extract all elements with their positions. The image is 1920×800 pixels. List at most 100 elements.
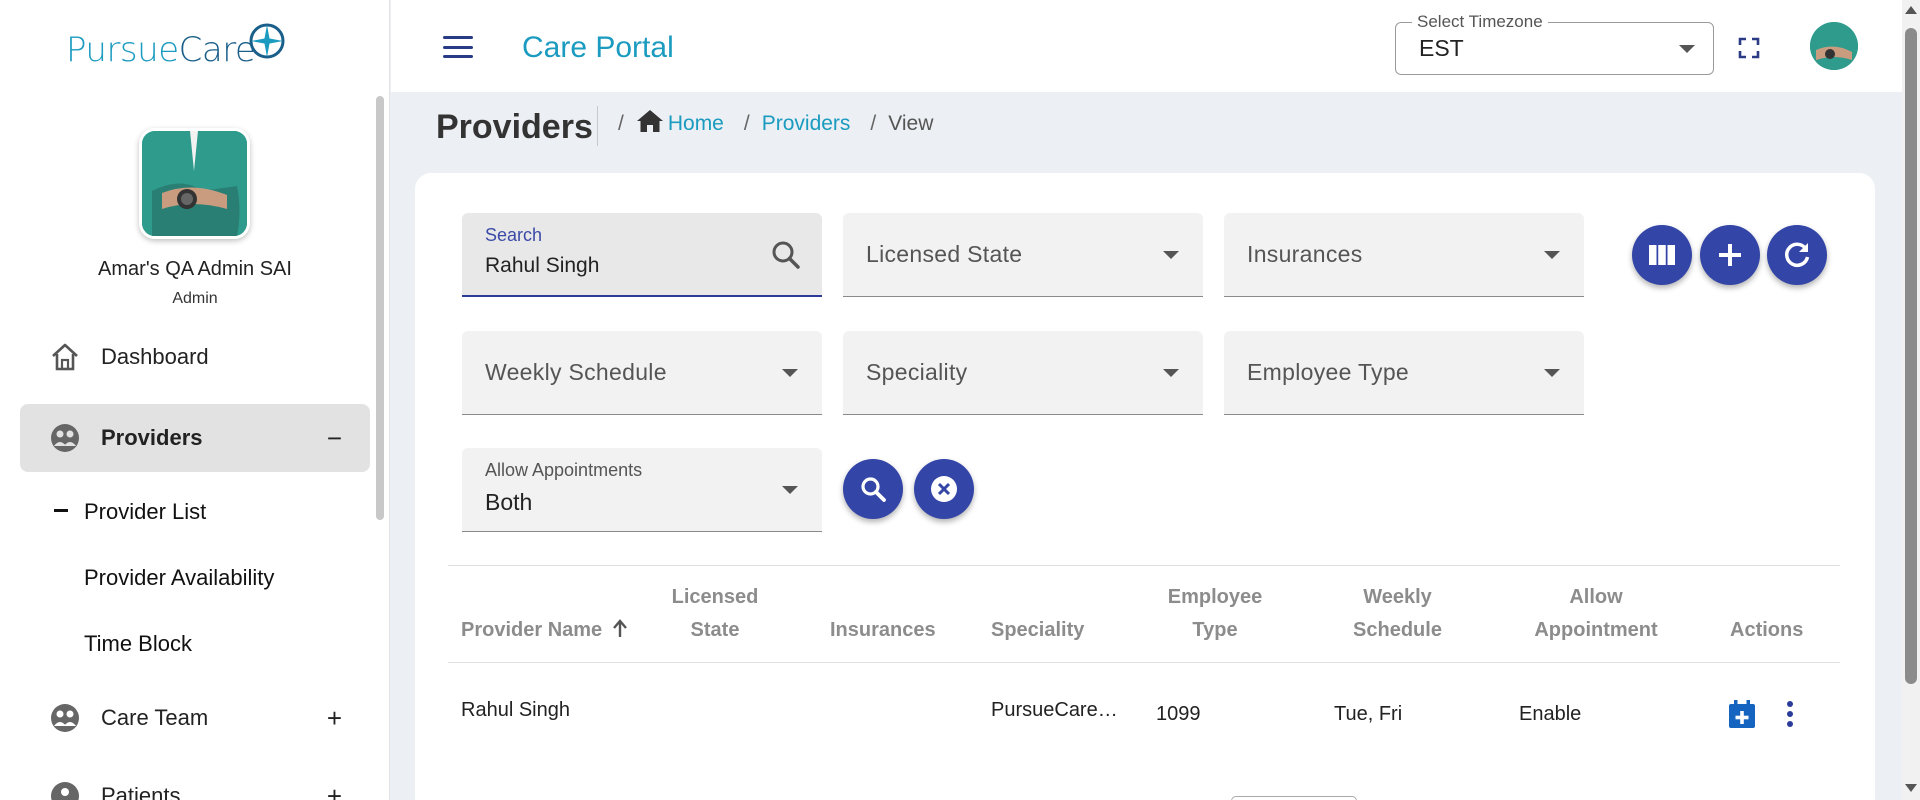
cell-allow-appointment: Enable <box>1519 703 1582 725</box>
top-header: Care Portal Select Timezone EST <box>391 0 1920 92</box>
user-role: Admin <box>172 290 218 307</box>
sidebar-subitem-provider-list[interactable]: Provider List <box>84 499 206 525</box>
pagination-control[interactable] <box>1231 796 1357 800</box>
selected-dash-icon <box>54 509 68 512</box>
breadcrumb-separator: / <box>618 112 624 135</box>
refresh-icon <box>1785 242 1810 267</box>
timezone-select[interactable]: Select Timezone EST <box>1395 12 1714 75</box>
sidebar-item-label: Care Team <box>101 705 209 730</box>
weekly-schedule-select[interactable]: Weekly Schedule <box>462 331 822 415</box>
more-vert-icon[interactable] <box>1784 699 1796 729</box>
breadcrumb-separator: / <box>870 112 877 135</box>
allow-appointments-value: Both <box>485 489 533 515</box>
refresh-button[interactable] <box>1767 225 1827 285</box>
employee-type-label: Employee Type <box>1247 359 1410 385</box>
th-label: Schedule <box>1353 619 1442 641</box>
employee-type-select[interactable]: Employee Type <box>1224 331 1584 415</box>
home-icon[interactable] <box>636 108 664 134</box>
care-team-icon <box>48 701 82 735</box>
profile-avatar[interactable] <box>139 128 250 239</box>
caret-down-icon <box>1163 251 1179 259</box>
apply-search-button[interactable] <box>843 459 903 519</box>
collapse-icon[interactable]: − <box>327 423 342 454</box>
cell-provider-name[interactable]: Rahul Singh <box>461 699 570 722</box>
th-speciality[interactable]: Speciality <box>991 614 1084 647</box>
columns-button[interactable] <box>1632 225 1692 285</box>
add-provider-button[interactable] <box>1700 225 1760 285</box>
user-avatar[interactable] <box>1810 22 1858 70</box>
th-actions: Actions <box>1730 619 1804 641</box>
breadcrumb: / Home / Providers / View <box>618 110 934 136</box>
sidebar-item-label: Dashboard <box>101 344 209 369</box>
cell-employee-type: 1099 <box>1156 703 1201 725</box>
logo-text: PursueCare <box>66 30 256 70</box>
th-weekly-schedule[interactable]: Weekly Schedule <box>1330 581 1465 647</box>
table-top-divider <box>448 565 1840 566</box>
patients-icon <box>48 779 82 800</box>
caret-down-icon <box>1679 45 1695 53</box>
sidebar-item-dashboard[interactable]: Dashboard <box>20 323 370 391</box>
cell-speciality: PursueCare… <box>991 699 1118 721</box>
sidebar-subitem-provider-availability[interactable]: Provider Availability <box>84 565 274 591</box>
th-insurances[interactable]: Insurances <box>830 614 936 647</box>
search-icon <box>861 477 886 502</box>
doctor-photo-icon <box>142 131 247 236</box>
search-input[interactable]: Search Rahul Singh <box>462 213 822 297</box>
compass-icon <box>249 23 285 59</box>
columns-icon <box>1649 245 1675 265</box>
sidebar-item-patients[interactable]: Patients + <box>20 762 370 800</box>
th-label: Provider Name <box>461 619 603 641</box>
caret-down-icon <box>782 369 798 377</box>
licensed-state-select[interactable]: Licensed State <box>843 213 1203 297</box>
caret-down-icon <box>1163 369 1179 377</box>
caret-down-icon <box>782 486 798 494</box>
sort-ascending-icon <box>612 619 627 637</box>
pursuecare-logo[interactable]: PursueCare <box>66 20 287 80</box>
cell-weekly-schedule: Tue, Fri <box>1334 703 1403 725</box>
search-icon[interactable] <box>770 239 802 271</box>
providers-icon <box>48 421 82 455</box>
th-label: Allow <box>1569 586 1623 608</box>
expand-icon[interactable]: + <box>327 781 342 800</box>
add-appointment-calendar-icon[interactable] <box>1728 699 1756 729</box>
sidebar-item-label: Patients <box>101 783 181 800</box>
user-name: Amar's QA Admin SAI <box>98 258 292 280</box>
sidebar-item-care-team[interactable]: Care Team + <box>20 684 370 752</box>
title-divider <box>597 106 598 146</box>
insurances-select[interactable]: Insurances <box>1224 213 1584 297</box>
th-allow-appointment[interactable]: Allow Appointment <box>1516 581 1676 647</box>
scroll-down-icon[interactable] <box>1905 784 1917 792</box>
sidebar-item-providers[interactable]: Providers − <box>20 404 370 472</box>
breadcrumb-providers[interactable]: Providers <box>762 112 851 136</box>
th-label: Licensed <box>671 586 759 608</box>
th-employee-type[interactable]: Employee Type <box>1150 581 1280 647</box>
speciality-label: Speciality <box>866 359 968 385</box>
page-scroll-thumb[interactable] <box>1905 28 1917 684</box>
th-provider-name[interactable]: Provider Name <box>461 614 628 647</box>
plus-icon <box>1719 244 1741 266</box>
timezone-label: Select Timezone <box>1412 12 1548 32</box>
portal-title: Care Portal <box>522 31 674 64</box>
expand-icon[interactable]: + <box>327 703 342 734</box>
breadcrumb-current: View <box>888 112 934 135</box>
clear-icon <box>931 476 957 502</box>
th-label: Type <box>1192 619 1238 641</box>
breadcrumb-home[interactable]: Home <box>668 112 724 136</box>
sidebar-scrollbar[interactable] <box>376 96 384 520</box>
sidebar-item-label: Providers <box>101 425 203 450</box>
th-licensed-state[interactable]: Licensed State <box>660 581 770 647</box>
allow-appointments-select[interactable]: Allow Appointments Both <box>462 448 822 532</box>
fullscreen-icon[interactable] <box>1737 36 1761 60</box>
weekly-schedule-label: Weekly Schedule <box>485 359 667 385</box>
page-title: Providers <box>436 108 593 146</box>
th-label: State <box>690 619 740 641</box>
allow-appointments-label: Allow Appointments <box>485 460 643 480</box>
licensed-state-label: Licensed State <box>866 241 1023 267</box>
breadcrumb-separator: / <box>743 112 750 135</box>
clear-filters-button[interactable] <box>914 459 974 519</box>
scroll-up-icon[interactable] <box>1905 6 1917 14</box>
sidebar-subitem-time-block[interactable]: Time Block <box>84 631 192 657</box>
speciality-select[interactable]: Speciality <box>843 331 1203 415</box>
home-icon <box>48 340 82 374</box>
menu-icon[interactable] <box>443 36 473 58</box>
